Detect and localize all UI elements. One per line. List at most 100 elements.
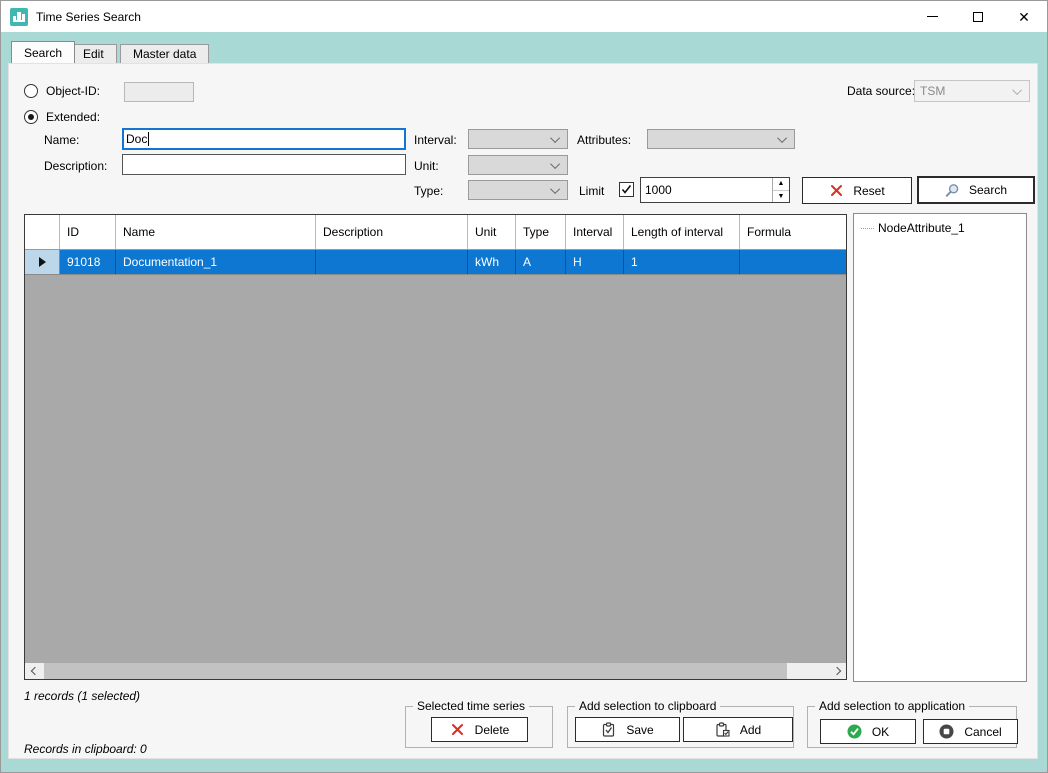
spinner-down-button[interactable]: ▼ (773, 191, 789, 203)
chevron-down-icon (550, 133, 560, 143)
close-button[interactable]: ✕ (1001, 1, 1047, 32)
close-icon: ✕ (1018, 10, 1030, 24)
save-button[interactable]: Save (575, 717, 680, 742)
reset-button[interactable]: Reset (802, 177, 912, 204)
data-source-value: TSM (920, 84, 945, 98)
tree-branch-line (861, 228, 874, 229)
chevron-down-icon (550, 184, 560, 194)
grid-header-formula[interactable]: Formula (740, 215, 846, 249)
tab-master-data-label: Master data (133, 47, 196, 61)
ok-button[interactable]: OK (820, 719, 916, 744)
scrollbar-track[interactable] (787, 663, 829, 679)
text-caret (148, 132, 149, 146)
minimize-button[interactable] (909, 1, 955, 32)
tab-strip: Search Edit Master data (1, 32, 1047, 63)
tab-edit[interactable]: Edit (70, 44, 117, 63)
grid-empty-area (25, 275, 846, 663)
delete-button-label: Delete (475, 723, 510, 737)
delete-button[interactable]: Delete (431, 717, 528, 742)
limit-label: Limit (579, 184, 604, 198)
search-button[interactable]: Search (917, 176, 1035, 204)
add-button-label: Add (740, 723, 761, 737)
reset-x-icon (829, 183, 844, 198)
clipboard-records-status: Records in clipboard: 0 (24, 742, 147, 756)
search-button-label: Search (969, 183, 1007, 197)
chevron-down-icon (550, 159, 560, 169)
name-input[interactable]: Doc (122, 128, 406, 150)
group-selected-title: Selected time series (413, 699, 529, 713)
tab-search[interactable]: Search (11, 41, 75, 63)
grid-header-selector (25, 215, 60, 249)
object-id-radio[interactable] (24, 84, 38, 98)
grid-header-row: ID Name Description Unit Type Interval L… (25, 215, 846, 250)
unit-select[interactable] (468, 155, 568, 175)
cell-description (316, 250, 468, 274)
records-status: 1 records (1 selected) (24, 689, 140, 703)
tab-master-data[interactable]: Master data (120, 44, 209, 63)
limit-checkbox[interactable] (619, 182, 634, 197)
tab-search-label: Search (24, 46, 62, 60)
scroll-left-button[interactable] (25, 663, 42, 679)
search-magnifier-icon (945, 183, 960, 198)
cancel-button[interactable]: Cancel (923, 719, 1018, 744)
grid-header-name[interactable]: Name (116, 215, 316, 249)
tree-item-nodeattribute[interactable]: NodeAttribute_1 (861, 221, 1026, 235)
scroll-right-button[interactable] (829, 663, 846, 679)
cell-length-of-interval: 1 (624, 250, 740, 274)
cell-formula (740, 250, 846, 274)
grid-header-interval[interactable]: Interval (566, 215, 624, 249)
checkbox-check-icon (621, 184, 632, 195)
chevron-down-icon (777, 133, 787, 143)
scrollbar-thumb[interactable] (44, 663, 787, 679)
spinner-up-button[interactable]: ▲ (773, 178, 789, 191)
grid-header-description[interactable]: Description (316, 215, 468, 249)
row-selector-cell (25, 250, 60, 274)
chevron-right-icon (832, 667, 840, 675)
interval-label: Interval: (414, 133, 457, 147)
cell-type: A (516, 250, 566, 274)
group-application-title: Add selection to application (815, 699, 969, 713)
maximize-button[interactable] (955, 1, 1001, 32)
extended-radio[interactable] (24, 110, 38, 124)
limit-value: 1000 (641, 178, 772, 202)
group-clipboard-title: Add selection to clipboard (575, 699, 720, 713)
window-title: Time Series Search (36, 10, 141, 24)
type-label: Type: (414, 184, 443, 198)
grid-header-type[interactable]: Type (516, 215, 566, 249)
limit-spinner[interactable]: 1000 ▲ ▼ (640, 177, 790, 203)
clipboard-add-icon (715, 722, 730, 737)
time-series-search-window: Time Series Search ✕ Search Edit Master … (0, 0, 1048, 773)
search-tab-page: Object-ID: Data source: TSM Extended: Na… (8, 63, 1038, 759)
cell-unit: kWh (468, 250, 516, 274)
cell-name: Documentation_1 (116, 250, 316, 274)
chevron-down-icon (1012, 85, 1022, 95)
app-chart-icon (10, 8, 28, 26)
attributes-label: Attributes: (577, 133, 631, 147)
interval-select[interactable] (468, 129, 568, 149)
cancel-button-label: Cancel (964, 725, 1001, 739)
grid-header-length-of-interval[interactable]: Length of interval (624, 215, 740, 249)
reset-button-label: Reset (853, 184, 884, 198)
chevron-left-icon (30, 667, 38, 675)
group-selected-time-series: Selected time series Delete (405, 706, 553, 748)
type-select[interactable] (468, 180, 568, 200)
grid-header-id[interactable]: ID (60, 215, 116, 249)
object-id-input[interactable] (124, 82, 194, 102)
name-input-value: Doc (126, 132, 147, 146)
group-add-to-clipboard: Add selection to clipboard Save Add (567, 706, 794, 748)
unit-label: Unit: (414, 159, 439, 173)
description-input[interactable] (122, 154, 406, 175)
cell-interval: H (566, 250, 624, 274)
grid-header-unit[interactable]: Unit (468, 215, 516, 249)
group-add-to-application: Add selection to application OK Cancel (807, 706, 1017, 748)
ok-button-label: OK (872, 725, 889, 739)
attributes-select[interactable] (647, 129, 795, 149)
save-button-label: Save (626, 723, 653, 737)
grid-horizontal-scrollbar[interactable] (25, 663, 846, 679)
cell-id: 91018 (60, 250, 116, 274)
maximize-icon (973, 12, 983, 22)
row-current-arrow-icon (39, 257, 46, 267)
grid-row-selected[interactable]: 91018 Documentation_1 kWh A H 1 (25, 250, 846, 275)
add-button[interactable]: Add (683, 717, 793, 742)
data-source-select[interactable]: TSM (914, 80, 1030, 102)
